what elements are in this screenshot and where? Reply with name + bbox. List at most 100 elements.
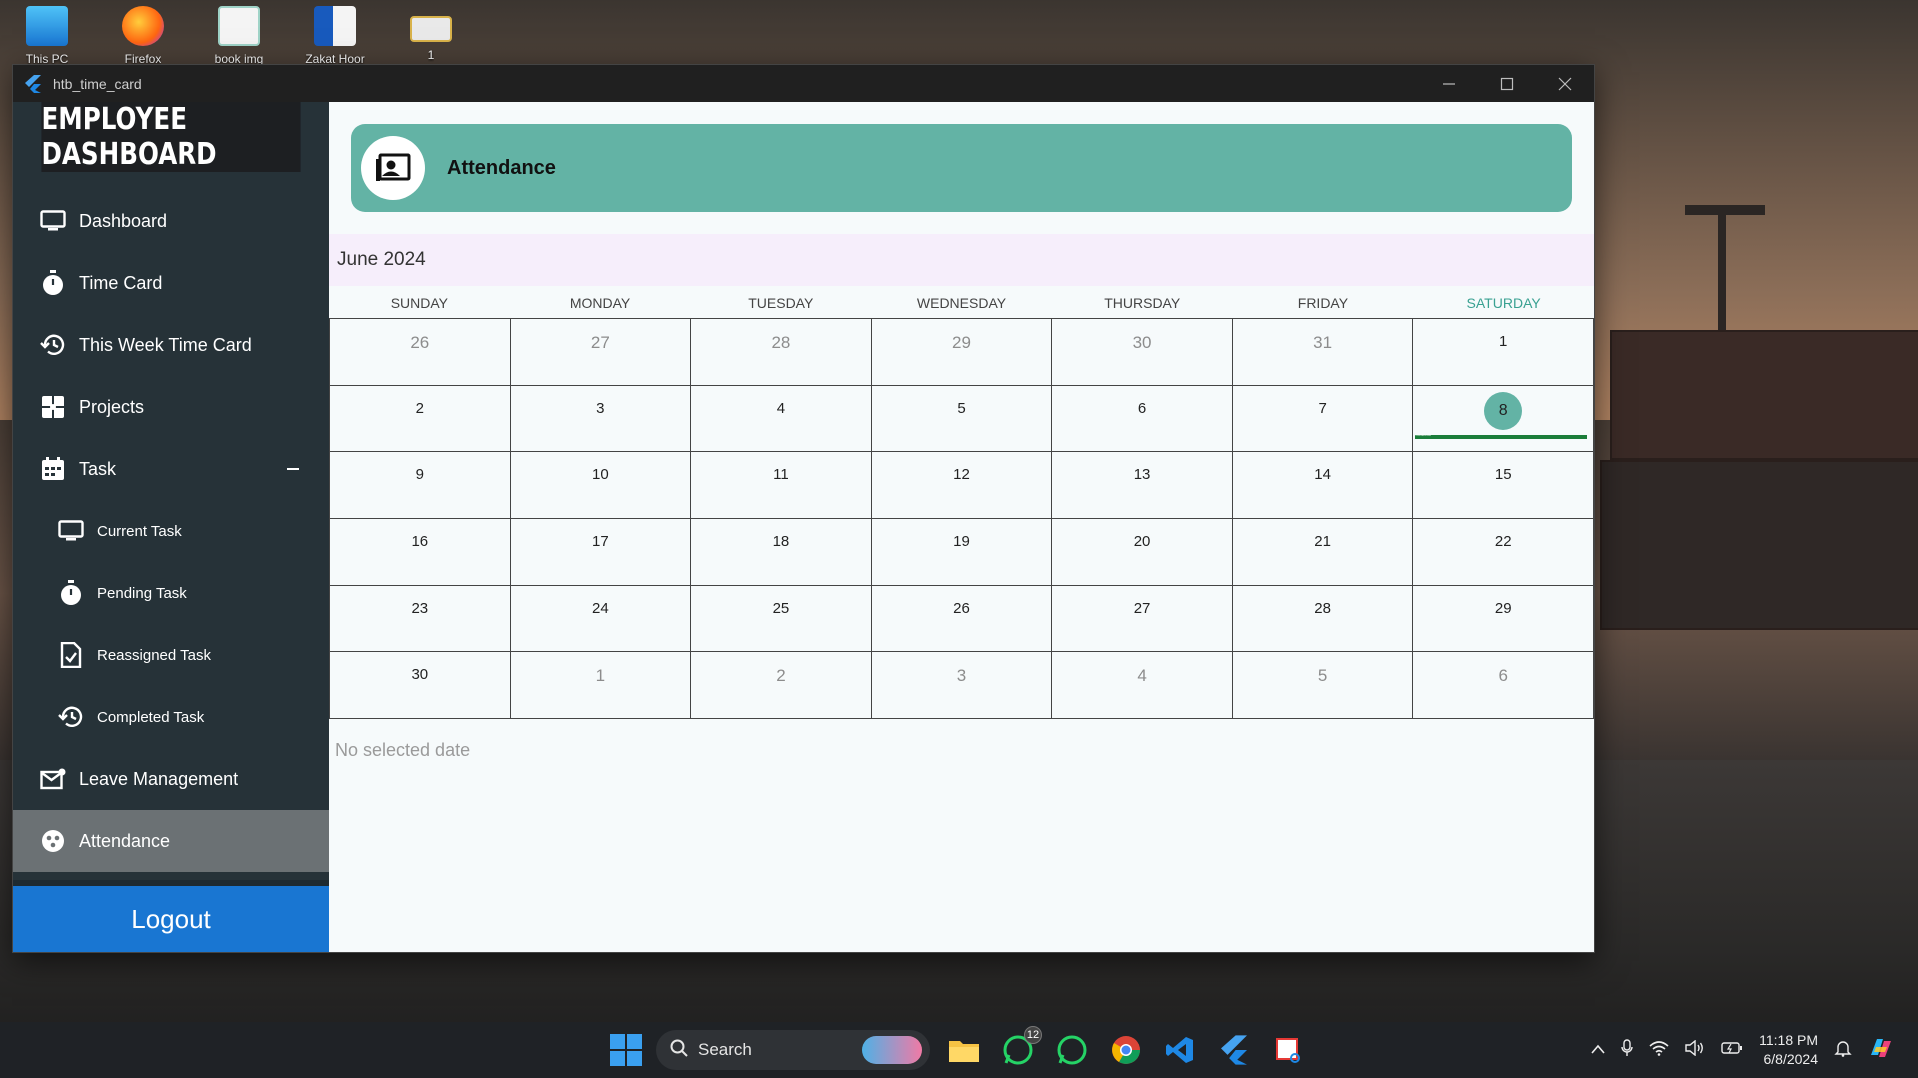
title-bar[interactable]: htb_time_card — [13, 65, 1594, 102]
calendar-day[interactable]: 26 — [871, 585, 1053, 653]
calendar-day[interactable]: 2 — [330, 385, 511, 453]
search-icon — [670, 1039, 688, 1062]
calendar-day[interactable]: 13 — [1052, 452, 1233, 519]
day-number: 2 — [415, 399, 424, 417]
desktop-icon-this-pc[interactable]: This PC — [18, 6, 76, 66]
day-number: 27 — [590, 333, 610, 352]
calendar-day[interactable]: 6 — [1413, 652, 1594, 719]
sidebar-item-task[interactable]: Task — [13, 438, 329, 500]
day-number: 26 — [953, 599, 970, 617]
microphone-icon[interactable] — [1621, 1038, 1633, 1062]
calendar-day[interactable]: 31 — [1232, 319, 1414, 386]
calendar-day[interactable]: 26 — [330, 319, 511, 386]
sidebar-nav: Dashboard Time Card This Week Time Card — [13, 172, 329, 872]
calendar-day-today[interactable]: 8 Conference — [1413, 385, 1594, 453]
whatsapp-icon[interactable] — [1052, 1030, 1092, 1070]
main-content: Attendance June 2024 SUNDAY MONDAY TUESD… — [329, 102, 1594, 952]
calendar-day[interactable]: 30 — [330, 652, 511, 719]
system-clock[interactable]: 11:18 PM 6/8/2024 — [1759, 1031, 1818, 1069]
whatsapp-icon[interactable]: 12 — [998, 1026, 1042, 1070]
calendar-day[interactable]: 27 — [1052, 585, 1233, 653]
sidebar-item-this-week-time-card[interactable]: This Week Time Card — [13, 314, 329, 376]
calendar-day[interactable]: 20 — [1052, 518, 1233, 586]
day-number: 2 — [776, 666, 786, 686]
desktop-icon-1[interactable]: 1 — [402, 6, 460, 66]
sidebar-item-dashboard[interactable]: Dashboard — [13, 190, 329, 252]
sidebar-item-leave-management[interactable]: Leave Management — [13, 748, 329, 810]
vscode-icon[interactable] — [1160, 1030, 1200, 1070]
calendar-day[interactable]: 5 — [871, 385, 1053, 453]
calendar-day[interactable]: 3 — [871, 652, 1053, 719]
desktop-icon-book-img[interactable]: book img — [210, 6, 268, 66]
desktop-icon-word-doc[interactable]: Zakat Hoor — [305, 6, 365, 66]
sidebar: EMPLOYEE DASHBOARD Dashboard Time Card T… — [13, 102, 329, 952]
minimize-button[interactable] — [1420, 65, 1478, 102]
sidebar-item-label: Time Card — [79, 272, 163, 293]
window-title: htb_time_card — [53, 75, 142, 92]
calendar-day[interactable]: 6 — [1052, 385, 1233, 453]
sidebar-item-reassigned-task[interactable]: Reassigned Task — [13, 624, 329, 686]
wifi-icon[interactable] — [1649, 1040, 1669, 1061]
calendar-day[interactable]: 22 — [1413, 518, 1594, 586]
taskbar-search[interactable]: Search — [656, 1030, 930, 1070]
close-button[interactable] — [1536, 65, 1594, 102]
sidebar-item-time-card[interactable]: Time Card — [13, 252, 329, 314]
calendar-day[interactable]: 4 — [1052, 652, 1233, 719]
calendar-day[interactable]: 28 — [1232, 585, 1414, 653]
calendar-month-header[interactable]: June 2024 — [329, 234, 1594, 286]
calendar-day[interactable]: 30 — [1052, 319, 1233, 386]
sidebar-item-current-task[interactable]: Current Task — [13, 500, 329, 562]
calendar-day[interactable]: 14 — [1232, 452, 1414, 519]
sidebar-item-attendance[interactable]: Attendance — [13, 810, 329, 872]
calendar-day[interactable]: 25 — [691, 585, 872, 653]
volume-icon[interactable] — [1685, 1039, 1705, 1061]
battery-icon[interactable] — [1721, 1041, 1743, 1060]
calendar-day[interactable]: 18 — [691, 518, 872, 586]
contact-card-icon — [361, 136, 425, 200]
maximize-button[interactable] — [1478, 65, 1536, 102]
calendar-day[interactable]: 16 — [330, 518, 511, 586]
calendar-day[interactable]: 29 — [1413, 585, 1594, 653]
windows-start-icon[interactable] — [610, 1034, 642, 1066]
calendar-day[interactable]: 1 — [510, 652, 692, 719]
calendar-day[interactable]: 10 — [510, 452, 692, 519]
calendar-day[interactable]: 1 — [1413, 319, 1594, 386]
calendar-day[interactable]: 4 — [691, 385, 872, 453]
notification-bell-icon[interactable] — [1834, 1039, 1852, 1062]
calendar-day[interactable]: 19 — [871, 518, 1053, 586]
collapse-icon[interactable] — [287, 468, 299, 470]
logout-button[interactable]: Logout — [13, 880, 329, 952]
chrome-icon[interactable] — [1106, 1030, 1146, 1070]
day-number: 6 — [1137, 399, 1147, 417]
calendar-day[interactable]: 11 — [691, 452, 872, 519]
calendar-day[interactable]: 28 — [691, 319, 872, 386]
sidebar-item-completed-task[interactable]: Completed Task — [13, 686, 329, 748]
day-number: 28 — [771, 333, 791, 352]
calendar-day[interactable]: 7 — [1232, 385, 1414, 453]
calendar-day[interactable]: 23 — [330, 585, 511, 653]
calendar-day[interactable]: 2 — [691, 652, 872, 719]
flutter-icon[interactable] — [1214, 1030, 1254, 1070]
calendar-day[interactable]: 12 — [871, 452, 1053, 519]
sidebar-item-label: Pending Task — [97, 584, 187, 602]
sidebar-item-pending-task[interactable]: Pending Task — [13, 562, 329, 624]
calendar-day[interactable]: 29 — [871, 319, 1053, 386]
calendar-day[interactable]: 17 — [510, 518, 692, 586]
weekday-label: TUESDAY — [748, 295, 814, 311]
chevron-up-icon[interactable] — [1591, 1041, 1605, 1059]
copilot-icon[interactable] — [1868, 1035, 1894, 1066]
calendar-day[interactable]: 3 — [510, 385, 692, 453]
calendar-day[interactable]: 9 — [330, 452, 511, 519]
notification-badge: 12 — [1024, 1026, 1042, 1044]
calendar-day[interactable]: 24 — [510, 585, 692, 653]
snipping-tool-icon[interactable] — [1268, 1030, 1308, 1070]
calendar-event-bar[interactable] — [1415, 434, 1587, 439]
calendar-day[interactable]: 27 — [510, 319, 692, 386]
weekday-label: SUNDAY — [390, 295, 448, 311]
sidebar-item-projects[interactable]: Projects — [13, 376, 329, 438]
desktop-icon-firefox[interactable]: Firefox — [114, 6, 172, 66]
file-explorer-icon[interactable] — [944, 1030, 984, 1070]
calendar-day[interactable]: 5 — [1232, 652, 1414, 719]
calendar-day[interactable]: 21 — [1232, 518, 1414, 586]
calendar-day[interactable]: 15 — [1413, 452, 1594, 519]
